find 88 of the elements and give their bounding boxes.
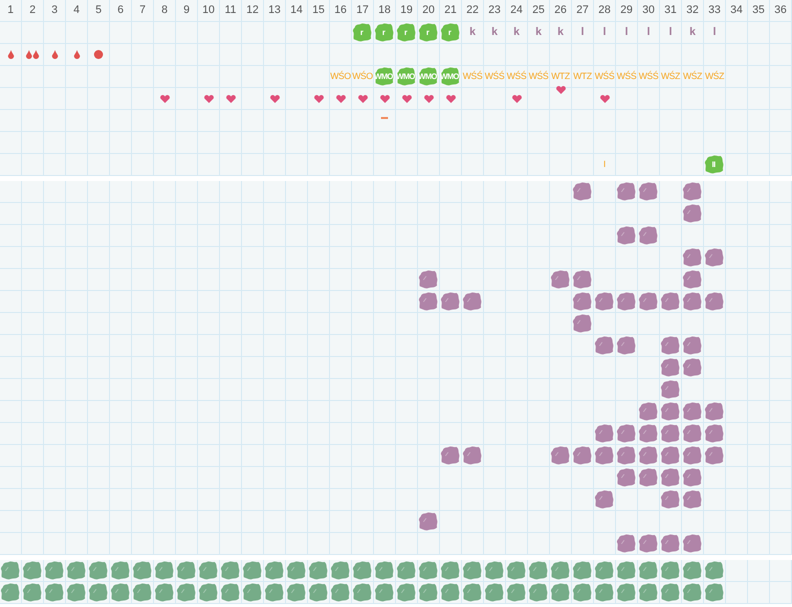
heart-icon [402,94,412,102]
cell-label: WŚO [352,72,373,81]
cell-letter: l [602,27,606,38]
cell-label: WŚO [330,72,351,81]
column-header: 19 [396,0,418,22]
column-header: 22 [462,0,484,22]
drop-icon [52,50,58,59]
column-header: 7 [132,0,154,22]
cell-letter: k [469,27,476,38]
heart-icon [270,94,280,102]
cell-letter: k [535,27,542,38]
cell-label: WTZ [551,72,570,81]
column-header: 35 [748,0,770,22]
cell-label: r [404,28,407,36]
cell-label: WŚŚ [616,72,636,81]
cell-label: WŚŚ [506,72,526,81]
drop-icon [74,50,80,59]
cell-label: I [603,160,606,169]
column-header: 28 [594,0,616,22]
column-header: 2 [22,0,44,22]
heart-icon [358,94,368,102]
column-header: 24 [506,0,528,22]
cell-label: WŚZ [682,72,702,81]
column-header: 30 [638,0,660,22]
cell-label: II [712,160,716,168]
heart-icon [424,94,434,102]
column-header: 29 [616,0,638,22]
column-header: 34 [726,0,748,22]
column-header: 6 [110,0,132,22]
column-header: 15 [308,0,330,22]
column-header: 25 [528,0,550,22]
column-header: 9 [176,0,198,22]
column-header: 10 [198,0,220,22]
cell-label: WŚŚ [528,72,548,81]
cell-label: r [360,28,363,36]
cell-label: WŚZ [660,72,680,81]
cell-label: WTZ [573,72,592,81]
heart-icon [160,94,170,102]
column-header: 33 [704,0,726,22]
heart-icon [204,94,214,102]
column-header: 26 [550,0,572,22]
cell-letter: k [513,27,520,38]
cell-letter: l [580,27,584,38]
cell-letter: l [624,27,628,38]
column-header: 36 [770,0,792,22]
column-header: 17 [352,0,374,22]
heart-icon [226,94,236,102]
heart-icon [446,94,456,102]
cell-label: WŚŚ [484,72,504,81]
column-header: 14 [286,0,308,22]
column-header: 32 [682,0,704,22]
drop-icon [8,50,14,59]
dash-icon [381,116,388,118]
column-header: 5 [88,0,110,22]
column-header: 13 [264,0,286,22]
cell-label: r [426,28,429,36]
cell-letter: l [646,27,650,38]
heart-icon [512,94,522,102]
column-header: 16 [330,0,352,22]
drops-icon [26,50,39,59]
cell-letter: k [491,27,498,38]
heart-icon [600,94,610,102]
cell-label: r [448,28,451,36]
column-header: 3 [44,0,66,22]
column-header: 18 [374,0,396,22]
cell-label: WŚŚ [594,72,614,81]
heart-icon [314,94,324,102]
heart-icon [380,94,390,102]
cell-label: WŚŚ [462,72,482,81]
heart-icon [336,94,346,102]
cell-label: r [382,28,385,36]
column-header: 11 [220,0,242,22]
cell-letter: k [557,27,564,38]
column-header: 31 [660,0,682,22]
cell-letter: l [668,27,672,38]
column-header: 23 [484,0,506,22]
cell-letter: l [712,27,716,38]
column-header: 27 [572,0,594,22]
column-header: 8 [154,0,176,22]
cell-label: WŚZ [704,72,724,81]
column-header: 21 [440,0,462,22]
cell-label: WŚŚ [638,72,658,81]
column-header: 12 [242,0,264,22]
column-header: 20 [418,0,440,22]
cell-letter: k [689,27,696,38]
column-header: 4 [66,0,88,22]
column-header: 1 [0,0,22,22]
dot-icon [94,50,103,59]
